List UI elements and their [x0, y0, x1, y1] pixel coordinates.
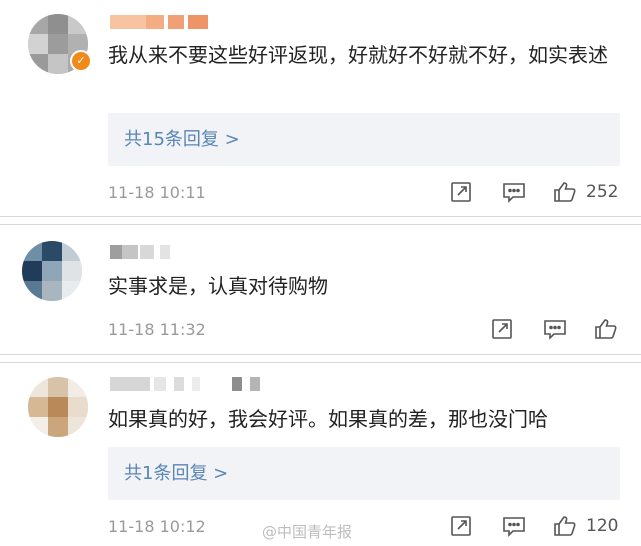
comment-time: 11-18 10:12 [108, 517, 206, 536]
comment-text: 我从来不要这些好评返现，好就好不好就不好，如实表述 [108, 43, 608, 67]
username-blurred[interactable] [110, 245, 180, 259]
comment-time: 11-18 11:32 [108, 320, 206, 339]
username-blurred[interactable] [110, 377, 270, 391]
like-count: 252 [586, 182, 619, 202]
like-icon[interactable] [553, 514, 577, 538]
like-count: 120 [586, 516, 619, 536]
comment-item: 实事求是，认真对待购物 11-18 11:32 [0, 225, 641, 354]
share-icon[interactable] [450, 515, 472, 537]
share-icon[interactable] [491, 318, 513, 340]
avatar[interactable] [22, 241, 82, 301]
comment-icon[interactable] [543, 318, 567, 340]
like-icon[interactable] [594, 317, 618, 341]
comment-icon[interactable] [502, 515, 526, 537]
comment-item: ✓ 我从来不要这些好评返现，好就好不好就不好，如实表述 共15条回复 > 11-… [0, 0, 641, 216]
divider [0, 216, 641, 225]
comment-text: 如果真的好，我会好评。如果真的差，那也没门哈 [108, 407, 548, 431]
comment-item: 如果真的好，我会好评。如果真的差，那也没门哈 共1条回复 > 11-18 10:… [0, 363, 641, 546]
divider [0, 354, 641, 363]
like-icon[interactable] [553, 180, 577, 204]
comment-icon[interactable] [502, 181, 526, 203]
avatar[interactable] [28, 377, 88, 437]
verified-badge-icon: ✓ [70, 50, 92, 72]
replies-link[interactable]: 共15条回复 > [108, 113, 620, 166]
username-blurred[interactable] [110, 15, 210, 29]
share-icon[interactable] [450, 181, 472, 203]
comment-text: 实事求是，认真对待购物 [108, 274, 328, 298]
watermark: @中国青年报 [262, 523, 353, 541]
replies-link[interactable]: 共1条回复 > [108, 447, 620, 500]
comment-time: 11-18 10:11 [108, 183, 206, 202]
